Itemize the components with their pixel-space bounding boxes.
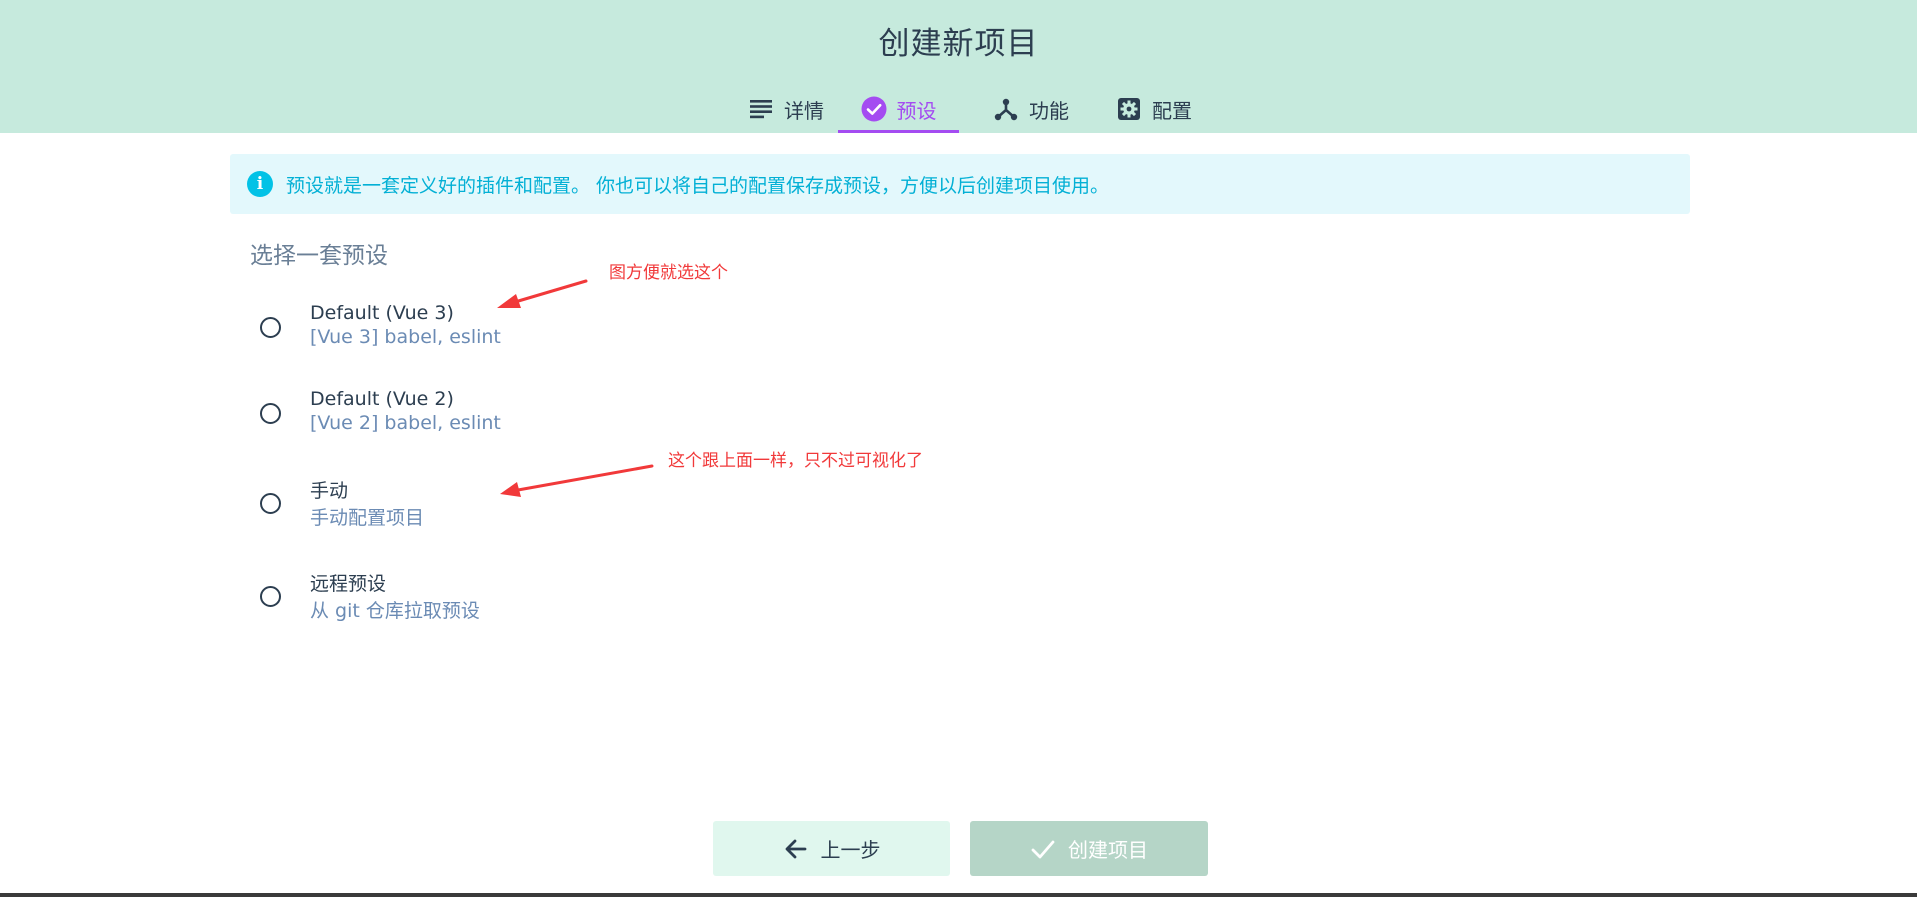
radio-button[interactable] (260, 586, 281, 607)
previous-step-button[interactable]: 上一步 (713, 821, 950, 876)
preset-description: 从 git 仓库拉取预设 (310, 600, 480, 622)
annotation-arrows (497, 279, 654, 497)
info-text: 预设就是一套定义好的插件和配置。 你也可以将自己的配置保存成预设，方便以后创建项… (286, 174, 1110, 197)
check-icon (1030, 836, 1056, 862)
create-project-label: 创建项目 (1068, 838, 1148, 862)
preset-option-vue2[interactable]: Default (Vue 2) [Vue 2] babel, eslint (255, 388, 655, 448)
details-list-icon (748, 96, 774, 122)
header: 创建新项目 详情 预设 功能 配置 (0, 0, 1917, 133)
preset-name: Default (Vue 2) (310, 388, 454, 410)
tab-config[interactable]: 配置 (1098, 88, 1210, 130)
preset-name: Default (Vue 3) (310, 302, 454, 324)
window-bottom-edge (0, 893, 1917, 897)
check-circle-icon (861, 96, 887, 122)
preset-description: [Vue 3] babel, eslint (310, 326, 501, 348)
tab-details[interactable]: 详情 (737, 88, 835, 130)
annotation-note-2: 这个跟上面一样，只不过可视化了 (668, 451, 923, 471)
page-title: 创建新项目 (878, 26, 1039, 62)
preset-description: [Vue 2] babel, eslint (310, 412, 501, 434)
annotation-note-1: 图方便就选这个 (609, 263, 728, 283)
tab-features[interactable]: 功能 (975, 88, 1087, 130)
features-fork-icon (993, 96, 1019, 122)
info-banner: i 预设就是一套定义好的插件和配置。 你也可以将自己的配置保存成预设，方便以后创… (230, 154, 1690, 214)
tab-presets-label: 预设 (896, 98, 937, 123)
section-heading: 选择一套预设 (250, 243, 388, 269)
preset-description: 手动配置项目 (310, 507, 425, 529)
previous-step-label: 上一步 (820, 838, 881, 862)
info-icon: i (247, 171, 273, 197)
preset-option-remote[interactable]: 远程预设 从 git 仓库拉取预设 (255, 569, 655, 629)
preset-option-manual[interactable]: 手动 手动配置项目 (255, 476, 655, 536)
create-project-button[interactable]: 创建项目 (970, 821, 1208, 876)
radio-button[interactable] (260, 317, 281, 338)
preset-option-vue3[interactable]: Default (Vue 3) [Vue 3] babel, eslint (255, 302, 655, 362)
arrow-left-icon (783, 836, 809, 862)
preset-name: 远程预设 (310, 573, 387, 595)
create-project-page: 创建新项目 详情 预设 功能 配置 i 预设就是一套定义好的插件和配置。 你也可… (0, 0, 1917, 897)
tab-config-label: 配置 (1152, 98, 1192, 123)
tab-presets[interactable]: 预设 (838, 88, 959, 133)
tab-features-label: 功能 (1029, 98, 1069, 123)
gear-icon (1116, 96, 1142, 122)
tab-details-label: 详情 (784, 98, 824, 123)
radio-button[interactable] (260, 403, 281, 424)
radio-button[interactable] (260, 493, 281, 514)
preset-name: 手动 (310, 480, 349, 502)
step-tabs: 详情 预设 功能 配置 (0, 88, 1917, 133)
